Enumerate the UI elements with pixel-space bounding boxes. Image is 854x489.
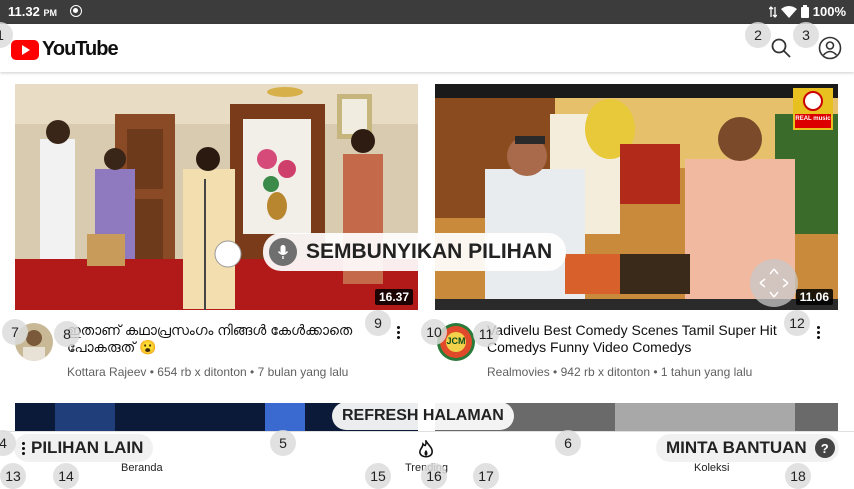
account-icon[interactable] <box>818 36 842 60</box>
number-badge[interactable]: 17 <box>473 463 499 489</box>
view-count: 654 rb x ditonton <box>157 365 247 379</box>
more-options-icon[interactable] <box>393 326 403 344</box>
hide-options-label: SEMBUNYIKAN PILIHAN <box>306 240 553 263</box>
hide-options-button[interactable]: SEMBUNYIKAN PILIHAN <box>263 233 567 271</box>
meta-separator: • <box>149 365 154 379</box>
channel-logo-watermark: REAL music <box>795 116 831 122</box>
number-badge[interactable]: 7 <box>2 319 28 345</box>
number-badge[interactable]: 10 <box>421 319 447 345</box>
trending-flame-icon <box>419 440 433 458</box>
network-arrows-icon <box>768 5 777 18</box>
number-badge[interactable]: 15 <box>365 463 391 489</box>
status-time: 11.32 PM <box>8 4 57 19</box>
view-count: 942 rb x ditonton <box>560 365 650 379</box>
app-bar: YouTube <box>0 24 854 72</box>
number-badge[interactable]: 3 <box>793 22 819 48</box>
youtube-play-icon <box>11 39 39 60</box>
more-choices-label: PILIHAN LAIN <box>31 438 144 457</box>
status-icons: 100% <box>768 4 846 19</box>
upload-age: 1 tahun yang lalu <box>660 365 753 379</box>
nav-home-label: Beranda <box>121 462 163 474</box>
video-title[interactable]: ഇതാണ് കഥാപ്രസംഗം നിങ്ങൾ കേൾക്കാതെ പോകരുത… <box>67 322 377 356</box>
number-badge[interactable]: 11 <box>473 321 499 347</box>
help-button[interactable]: MINTA BANTUAN ? <box>656 434 839 462</box>
search-icon[interactable] <box>770 37 792 59</box>
number-badge[interactable]: 6 <box>555 430 581 456</box>
status-bar: 11.32 PM 100% <box>0 0 854 24</box>
number-badge[interactable]: 14 <box>53 463 79 489</box>
wifi-icon <box>780 5 797 18</box>
screen-record-icon <box>70 5 82 17</box>
refresh-page-label: REFRESH HALAMAN <box>342 407 504 424</box>
youtube-logo[interactable]: YouTube <box>11 38 119 61</box>
more-vert-icon <box>22 441 25 455</box>
video-title[interactable]: Vadivelu Best Comedy Scenes Tamil Super … <box>487 322 797 356</box>
battery-icon <box>800 5 809 18</box>
refresh-page-button[interactable]: REFRESH HALAMAN <box>332 402 514 430</box>
help-icon: ? <box>814 438 835 458</box>
nav-library-label: Koleksi <box>694 462 730 474</box>
number-badge[interactable]: 9 <box>365 310 391 336</box>
video-duration: 16.37 <box>374 289 413 305</box>
upload-age: 7 bulan yang lalu <box>257 365 349 379</box>
video-card[interactable]: 16.37 ഇതാണ് കഥാപ്രസംഗം നിങ്ങൾ കേൾക്കാതെ … <box>15 84 418 379</box>
channel-name: Realmovies <box>487 365 550 379</box>
meta-separator: • <box>653 365 658 379</box>
number-badge[interactable]: 16 <box>421 463 447 489</box>
meta-separator: • <box>553 365 558 379</box>
number-badge[interactable]: 12 <box>784 310 810 336</box>
video-meta: Realmovies • 942 rb x ditonton • 1 tahun… <box>487 365 752 379</box>
number-badge[interactable]: 8 <box>54 321 80 347</box>
swipe-arrows-icon <box>759 268 789 298</box>
channel-name: Kottara Rajeev <box>67 365 147 379</box>
mic-icon <box>269 238 297 266</box>
help-label: MINTA BANTUAN <box>666 438 807 457</box>
video-meta: Kottara Rajeev • 654 rb x ditonton • 7 b… <box>67 365 348 379</box>
video-thumbnail[interactable]: 16.37 <box>15 84 418 310</box>
more-choices-button[interactable]: PILIHAN LAIN <box>14 434 154 462</box>
app-name: YouTube <box>42 38 119 60</box>
number-badge[interactable]: 13 <box>0 463 26 489</box>
meta-separator: • <box>250 365 255 379</box>
number-badge[interactable]: 18 <box>785 463 811 489</box>
number-badge[interactable]: 5 <box>270 430 296 456</box>
thumbnail-image <box>15 84 418 310</box>
battery-percent: 100% <box>812 4 846 19</box>
number-badge[interactable]: 2 <box>745 22 771 48</box>
video-duration: 11.06 <box>795 289 833 305</box>
more-options-icon[interactable] <box>813 326 823 344</box>
